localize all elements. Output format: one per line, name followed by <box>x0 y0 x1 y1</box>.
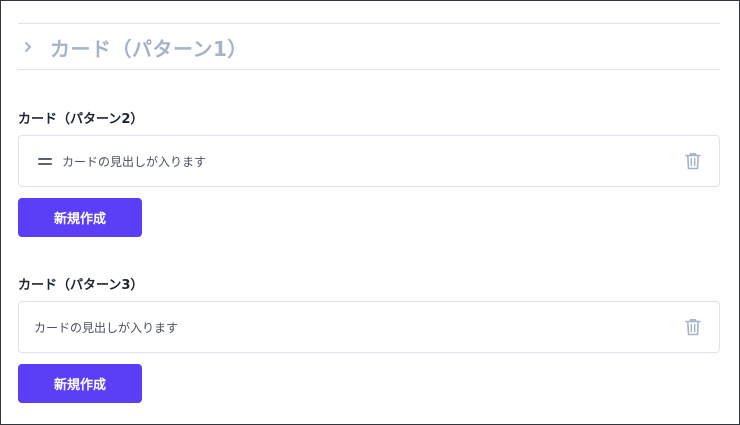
create-button-pattern-2[interactable]: 新規作成 <box>18 198 142 237</box>
trash-icon[interactable] <box>685 318 701 336</box>
card-heading: カードの見出しが入ります <box>34 320 179 335</box>
create-button-pattern-3[interactable]: 新規作成 <box>18 364 142 403</box>
app-frame: カード（パターン1） カード（パターン2） カードの見出しが入ります 新規作成 … <box>0 0 740 425</box>
group-label-pattern-2: カード（パターン2） <box>18 112 144 127</box>
group-label-pattern-3: カード（パターン3） <box>18 278 144 293</box>
trash-icon[interactable] <box>685 152 701 170</box>
divider-top <box>18 23 720 24</box>
section-title: カード（パターン1） <box>50 36 248 61</box>
card-pattern-2[interactable]: カードの見出しが入ります <box>18 135 720 187</box>
section-header-pattern-1[interactable]: カード（パターン1） <box>18 25 720 69</box>
drag-handle-icon[interactable] <box>38 156 52 166</box>
chevron-right-icon[interactable] <box>23 37 49 57</box>
card-heading: カードの見出しが入ります <box>62 154 207 169</box>
card-pattern-3[interactable]: カードの見出しが入ります <box>18 301 720 353</box>
divider-bottom <box>18 69 720 70</box>
